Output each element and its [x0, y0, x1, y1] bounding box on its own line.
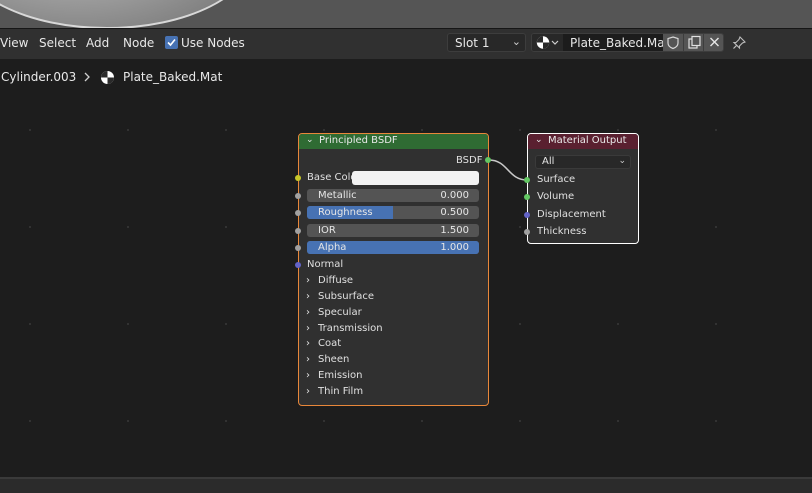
panel-label: Diffuse: [318, 275, 354, 286]
node-header[interactable]: ⌄ Principled BSDF: [299, 134, 488, 149]
node-header[interactable]: ⌄ Material Output: [528, 134, 638, 149]
alpha-value: 1.000: [440, 242, 469, 253]
chevron-right-icon: ›: [306, 338, 310, 349]
base-color-socket[interactable]: [295, 175, 301, 181]
panel-sheen[interactable]: › Sheen: [306, 354, 349, 365]
panel-specular[interactable]: › Specular: [306, 307, 362, 318]
node-title: Material Output: [548, 135, 627, 146]
thickness-label: Thickness: [537, 226, 587, 237]
panel-transmission[interactable]: › Transmission: [306, 323, 383, 334]
panel-label: Coat: [318, 338, 342, 349]
ior-socket[interactable]: [295, 228, 301, 234]
normal-socket[interactable]: [295, 262, 301, 268]
panel-emission[interactable]: › Emission: [306, 370, 363, 381]
chevron-right-icon: ›: [306, 275, 310, 286]
ior-value: 1.500: [440, 225, 469, 236]
chevron-right-icon: ›: [306, 370, 310, 381]
volume-socket[interactable]: [524, 194, 530, 200]
thickness-socket[interactable]: [524, 229, 530, 235]
chevron-right-icon: ›: [306, 386, 310, 397]
panel-label: Subsurface: [318, 291, 374, 302]
panel-thin-film[interactable]: › Thin Film: [306, 386, 363, 397]
chevron-down-icon[interactable]: ⌄: [306, 135, 314, 145]
panel-coat[interactable]: › Coat: [306, 338, 341, 349]
panel-label: Transmission: [318, 323, 383, 334]
metallic-slider[interactable]: Metallic 0.000: [307, 189, 479, 202]
base-color-swatch[interactable]: [352, 171, 479, 185]
surface-socket[interactable]: [524, 177, 530, 183]
chevron-right-icon: ›: [306, 307, 310, 318]
alpha-socket[interactable]: [295, 245, 301, 251]
panel-label: Emission: [318, 370, 363, 381]
displacement-socket[interactable]: [524, 212, 530, 218]
ior-label: IOR: [318, 225, 336, 236]
roughness-label: Roughness: [318, 207, 373, 218]
chevron-down-icon: ⌄: [618, 156, 626, 166]
metallic-socket[interactable]: [295, 193, 301, 199]
panel-label: Thin Film: [318, 386, 364, 397]
bsdf-output-socket[interactable]: [485, 157, 491, 163]
panel-label: Sheen: [318, 354, 350, 365]
metallic-label: Metallic: [318, 190, 357, 201]
metallic-value: 0.000: [440, 190, 469, 201]
target-value: All: [542, 156, 555, 167]
chevron-down-icon[interactable]: ⌄: [535, 135, 543, 145]
panel-label: Specular: [318, 307, 362, 318]
roughness-slider[interactable]: Roughness 0.500: [307, 206, 479, 219]
displacement-label: Displacement: [537, 209, 606, 220]
volume-label: Volume: [537, 191, 575, 202]
normal-label: Normal: [307, 259, 344, 270]
target-dropdown[interactable]: All ⌄: [535, 155, 631, 169]
ior-field[interactable]: IOR 1.500: [307, 224, 479, 237]
node-title: Principled BSDF: [319, 135, 398, 146]
bsdf-output-label: BSDF: [456, 155, 483, 166]
panel-subsurface[interactable]: › Subsurface: [306, 291, 374, 302]
panel-diffuse[interactable]: › Diffuse: [306, 275, 353, 286]
surface-label: Surface: [537, 174, 576, 185]
alpha-slider[interactable]: Alpha 1.000: [307, 241, 479, 254]
bsdf-to-surface-link: [488, 159, 528, 181]
roughness-value: 0.500: [440, 207, 469, 218]
chevron-right-icon: ›: [306, 354, 310, 365]
chevron-right-icon: ›: [306, 291, 310, 302]
roughness-socket[interactable]: [295, 210, 301, 216]
alpha-label: Alpha: [318, 242, 347, 253]
chevron-right-icon: ›: [306, 323, 310, 334]
